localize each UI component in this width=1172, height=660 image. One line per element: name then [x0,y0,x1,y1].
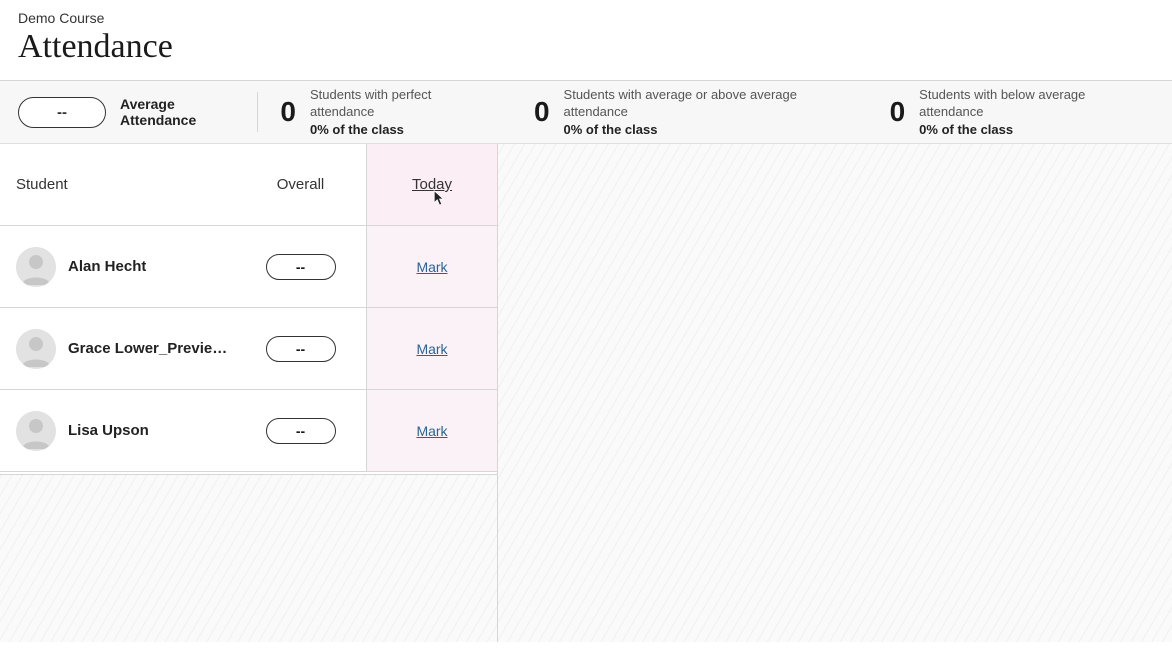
stat-perfect-text: Students with perfect attendance 0% of t… [310,86,480,139]
divider [257,92,258,132]
stat-below-avg: 0 Students with below average attendance… [890,86,1154,139]
avatar-icon [16,329,56,369]
stat-below-avg-text: Students with below average attendance 0… [919,86,1130,139]
attendance-table: Student Overall Today Alan Hecht [0,144,497,472]
student-name: Alan Hecht [68,258,146,275]
overall-pill[interactable]: -- [266,418,336,444]
page-title: Attendance [18,28,1154,66]
table-row: Grace Lower_Preview... -- Mark [0,308,497,390]
cell-overall: -- [235,226,366,307]
stat-average: -- Average Attendance [18,96,257,128]
table-header: Student Overall Today [0,144,497,226]
stat-perfect: 0 Students with perfect attendance 0% of… [280,86,504,139]
stat-avg-or-above-text: Students with average or above average a… [564,86,836,139]
stat-perfect-count: 0 [280,98,296,126]
student-name: Lisa Upson [68,422,149,439]
header-student: Student [0,144,235,225]
table-row: Alan Hecht -- Mark [0,226,497,308]
cell-today[interactable]: Mark [366,308,497,389]
mark-link[interactable]: Mark [416,259,447,275]
cell-today[interactable]: Mark [366,226,497,307]
overall-pill[interactable]: -- [266,254,336,280]
average-attendance-label: Average Attendance [120,96,233,128]
overall-pill[interactable]: -- [266,336,336,362]
cell-student[interactable]: Lisa Upson [0,390,235,471]
table-row: Lisa Upson -- Mark [0,390,497,472]
student-name: Grace Lower_Preview... [68,340,233,357]
empty-area-below [0,474,497,642]
empty-area-right [497,144,1172,642]
stat-avg-or-above: 0 Students with average or above average… [534,86,860,139]
course-name: Demo Course [18,10,1154,26]
mark-link[interactable]: Mark [416,423,447,439]
avatar-icon [16,411,56,451]
cell-student[interactable]: Alan Hecht [0,226,235,307]
cell-overall: -- [235,390,366,471]
avatar-icon [16,247,56,287]
today-link[interactable]: Today [412,176,452,193]
cell-overall: -- [235,308,366,389]
stat-avg-or-above-count: 0 [534,98,550,126]
page-header: Demo Course Attendance [0,0,1172,80]
mark-link[interactable]: Mark [416,341,447,357]
cell-student[interactable]: Grace Lower_Preview... [0,308,235,389]
cell-today[interactable]: Mark [366,390,497,471]
average-attendance-pill[interactable]: -- [18,97,106,128]
header-overall: Overall [235,144,366,225]
stats-bar: -- Average Attendance 0 Students with pe… [0,80,1172,144]
stat-below-avg-count: 0 [890,98,906,126]
header-today[interactable]: Today [366,144,497,225]
